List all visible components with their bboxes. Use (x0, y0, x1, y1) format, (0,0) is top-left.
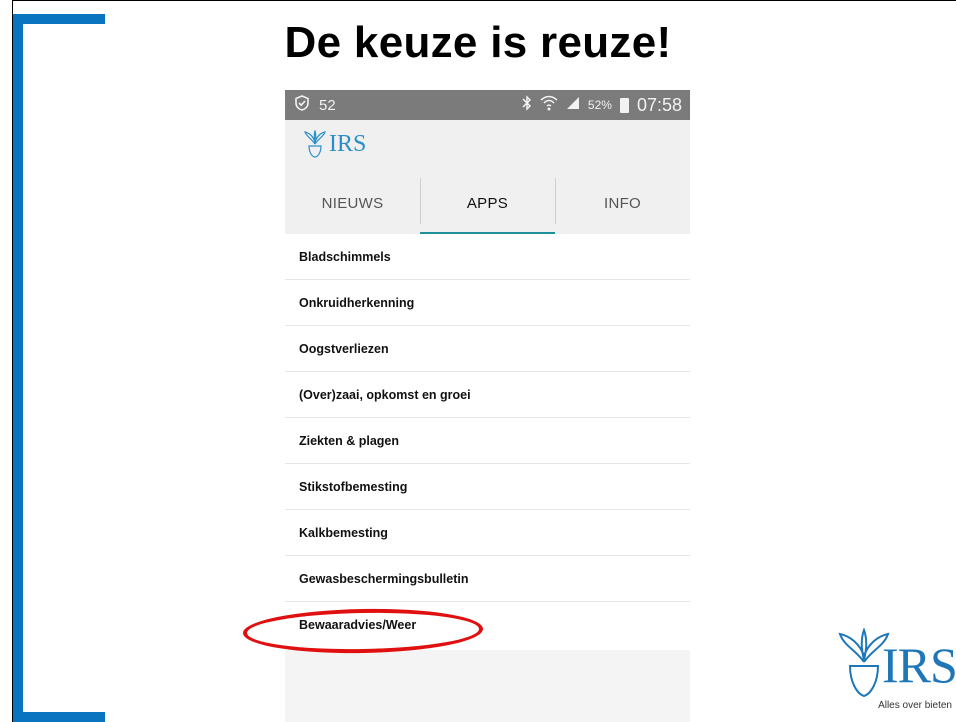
list-item[interactable]: Ziekten & plagen (285, 418, 690, 464)
tab-nieuws[interactable]: NIEUWS (285, 172, 420, 234)
list-item[interactable]: Onkruidherkenning (285, 280, 690, 326)
brand-logo: IRS Alles over bieten (836, 628, 956, 720)
status-time: 07:58 (636, 94, 682, 115)
tab-apps[interactable]: APPS (420, 172, 555, 234)
app-logo-text: IRS (329, 131, 367, 157)
brand-tagline: Alles over bieten (878, 700, 952, 711)
list-item[interactable]: Oogstverliezen (285, 326, 690, 372)
list-item[interactable]: Gewasbeschermingsbulletin (285, 556, 690, 602)
bluetooth-icon (522, 95, 532, 115)
app-list: Bladschimmels Onkruidherkenning Oogstver… (285, 234, 690, 648)
list-item[interactable]: (Over)zaai, opkomst en groei (285, 372, 690, 418)
accent-bar-left (13, 14, 23, 722)
battery-icon (619, 97, 629, 113)
list-item[interactable]: Bladschimmels (285, 234, 690, 280)
tab-bar: NIEUWS APPS INFO (285, 172, 690, 234)
shield-check-icon (295, 95, 309, 115)
accent-bar-bottom (13, 712, 105, 722)
brand-wordmark: IRS (882, 637, 956, 693)
app-logo: IRS (303, 130, 366, 158)
signal-icon (566, 96, 580, 114)
list-empty-area (285, 650, 690, 722)
battery-percent: 52% (587, 98, 612, 112)
tab-info[interactable]: INFO (555, 172, 690, 234)
app-header: IRS (285, 120, 690, 172)
status-bar: 52 52% 07:58 (285, 90, 690, 120)
list-item[interactable]: Stikstofbemesting (285, 464, 690, 510)
wifi-icon (540, 95, 558, 115)
notification-count: 52 (319, 96, 336, 114)
list-item[interactable]: Kalkbemesting (285, 510, 690, 556)
slide-title: De keuze is reuze! (284, 18, 672, 67)
beet-leaf-icon (304, 130, 326, 158)
